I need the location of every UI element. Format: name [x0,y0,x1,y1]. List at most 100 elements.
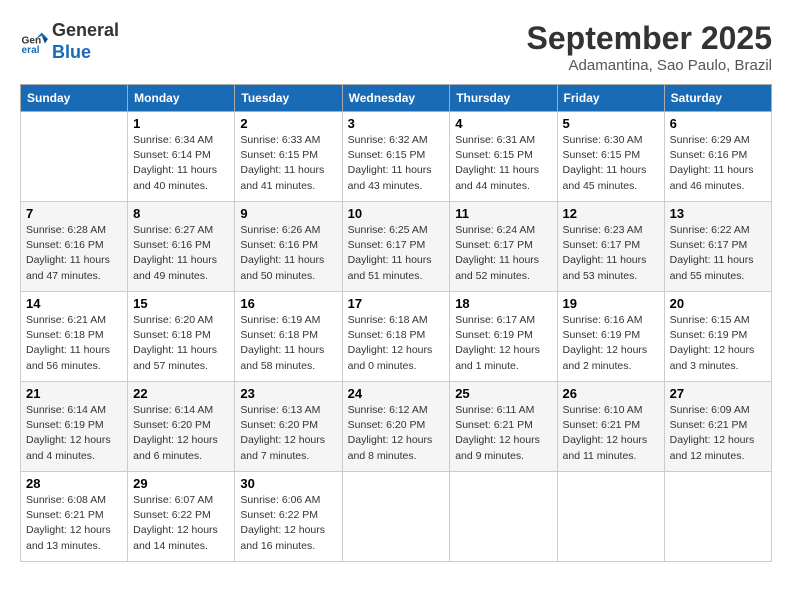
day-info: Sunrise: 6:16 AM Sunset: 6:19 PM Dayligh… [563,313,659,374]
calendar-cell: 15 Sunrise: 6:20 AM Sunset: 6:18 PM Dayli… [128,292,235,382]
day-number: 10 [348,206,445,221]
day-info: Sunrise: 6:15 AM Sunset: 6:19 PM Dayligh… [670,313,766,374]
day-number: 18 [455,296,551,311]
calendar-cell: 13 Sunrise: 6:22 AM Sunset: 6:17 PM Dayli… [664,202,771,292]
calendar-cell: 20 Sunrise: 6:15 AM Sunset: 6:19 PM Dayli… [664,292,771,382]
svg-text:eral: eral [22,44,40,55]
calendar-cell: 12 Sunrise: 6:23 AM Sunset: 6:17 PM Dayli… [557,202,664,292]
day-info: Sunrise: 6:31 AM Sunset: 6:15 PM Dayligh… [455,133,551,194]
calendar-cell: 17 Sunrise: 6:18 AM Sunset: 6:18 PM Dayli… [342,292,450,382]
calendar-cell: 10Sunrise: 6:25 AM Sunset: 6:17 PM Dayli… [342,202,450,292]
calendar-cell: 8Sunrise: 6:27 AM Sunset: 6:16 PM Daylig… [128,202,235,292]
calendar-cell: 18Sunrise: 6:17 AM Sunset: 6:19 PM Dayli… [450,292,557,382]
day-info: Sunrise: 6:22 AM Sunset: 6:17 PM Dayligh… [670,223,766,284]
location-subtitle: Adamantina, Sao Paulo, Brazil [527,57,772,74]
day-info: Sunrise: 6:32 AM Sunset: 6:15 PM Dayligh… [348,133,445,194]
day-info: Sunrise: 6:07 AM Sunset: 6:22 PM Dayligh… [133,493,229,554]
day-number: 3 [348,116,445,131]
day-number: 28 [26,476,122,491]
calendar-cell: 19 Sunrise: 6:16 AM Sunset: 6:19 PM Dayli… [557,292,664,382]
day-number: 23 [240,386,336,401]
calendar-cell: 21 Sunrise: 6:14 AM Sunset: 6:19 PM Dayli… [21,382,128,472]
calendar-header-row: SundayMondayTuesdayWednesdayThursdayFrid… [21,85,772,112]
title-block: September 2025 Adamantina, Sao Paulo, Br… [527,20,772,74]
day-info: Sunrise: 6:29 AM Sunset: 6:16 PM Dayligh… [670,133,766,194]
day-number: 6 [670,116,766,131]
day-number: 25 [455,386,551,401]
weekday-header: Friday [557,85,664,112]
calendar-cell: 5 Sunrise: 6:30 AM Sunset: 6:15 PM Daylig… [557,112,664,202]
day-info: Sunrise: 6:13 AM Sunset: 6:20 PM Dayligh… [240,403,336,464]
day-info: Sunrise: 6:30 AM Sunset: 6:15 PM Dayligh… [563,133,659,194]
day-info: Sunrise: 6:09 AM Sunset: 6:21 PM Dayligh… [670,403,766,464]
calendar-cell: 9 Sunrise: 6:26 AM Sunset: 6:16 PM Daylig… [235,202,342,292]
day-info: Sunrise: 6:14 AM Sunset: 6:19 PM Dayligh… [26,403,122,464]
day-number: 8 [133,206,229,221]
calendar-cell: 28Sunrise: 6:08 AM Sunset: 6:21 PM Dayli… [21,472,128,562]
day-number: 12 [563,206,659,221]
calendar-week-row: 21 Sunrise: 6:14 AM Sunset: 6:19 PM Dayli… [21,382,772,472]
calendar-cell: 27 Sunrise: 6:09 AM Sunset: 6:21 PM Dayli… [664,382,771,472]
day-number: 13 [670,206,766,221]
day-number: 2 [240,116,336,131]
day-number: 24 [348,386,445,401]
weekday-header: Tuesday [235,85,342,112]
day-info: Sunrise: 6:23 AM Sunset: 6:17 PM Dayligh… [563,223,659,284]
calendar-cell [342,472,450,562]
calendar-table: SundayMondayTuesdayWednesdayThursdayFrid… [20,84,772,562]
day-number: 14 [26,296,122,311]
day-number: 17 [348,296,445,311]
weekday-header: Saturday [664,85,771,112]
calendar-cell [557,472,664,562]
day-number: 19 [563,296,659,311]
day-info: Sunrise: 6:26 AM Sunset: 6:16 PM Dayligh… [240,223,336,284]
day-info: Sunrise: 6:19 AM Sunset: 6:18 PM Dayligh… [240,313,336,374]
day-number: 7 [26,206,122,221]
day-number: 20 [670,296,766,311]
calendar-cell: 14Sunrise: 6:21 AM Sunset: 6:18 PM Dayli… [21,292,128,382]
day-number: 16 [240,296,336,311]
day-info: Sunrise: 6:34 AM Sunset: 6:14 PM Dayligh… [133,133,229,194]
calendar-week-row: 7 Sunrise: 6:28 AM Sunset: 6:16 PM Daylig… [21,202,772,292]
calendar-cell [450,472,557,562]
day-number: 26 [563,386,659,401]
weekday-header: Thursday [450,85,557,112]
calendar-week-row: 28Sunrise: 6:08 AM Sunset: 6:21 PM Dayli… [21,472,772,562]
day-number: 9 [240,206,336,221]
calendar-cell: 26 Sunrise: 6:10 AM Sunset: 6:21 PM Dayli… [557,382,664,472]
weekday-header: Monday [128,85,235,112]
calendar-cell: 25Sunrise: 6:11 AM Sunset: 6:21 PM Dayli… [450,382,557,472]
calendar-cell: 24 Sunrise: 6:12 AM Sunset: 6:20 PM Dayli… [342,382,450,472]
calendar-cell [21,112,128,202]
day-number: 27 [670,386,766,401]
day-number: 1 [133,116,229,131]
calendar-cell: 2Sunrise: 6:33 AM Sunset: 6:15 PM Daylig… [235,112,342,202]
day-info: Sunrise: 6:20 AM Sunset: 6:18 PM Dayligh… [133,313,229,374]
calendar-cell: 1 Sunrise: 6:34 AM Sunset: 6:14 PM Daylig… [128,112,235,202]
calendar-week-row: 14Sunrise: 6:21 AM Sunset: 6:18 PM Dayli… [21,292,772,382]
day-number: 15 [133,296,229,311]
calendar-cell: 11Sunrise: 6:24 AM Sunset: 6:17 PM Dayli… [450,202,557,292]
day-info: Sunrise: 6:18 AM Sunset: 6:18 PM Dayligh… [348,313,445,374]
calendar-cell: 3 Sunrise: 6:32 AM Sunset: 6:15 PM Daylig… [342,112,450,202]
weekday-header: Wednesday [342,85,450,112]
day-info: Sunrise: 6:28 AM Sunset: 6:16 PM Dayligh… [26,223,122,284]
day-number: 5 [563,116,659,131]
month-title: September 2025 [527,20,772,57]
logo-text: General Blue [52,20,119,63]
calendar-cell: 7 Sunrise: 6:28 AM Sunset: 6:16 PM Daylig… [21,202,128,292]
logo: Gen eral General Blue [20,20,119,63]
day-info: Sunrise: 6:12 AM Sunset: 6:20 PM Dayligh… [348,403,445,464]
calendar-week-row: 1 Sunrise: 6:34 AM Sunset: 6:14 PM Daylig… [21,112,772,202]
day-number: 21 [26,386,122,401]
day-number: 29 [133,476,229,491]
calendar-cell: 22Sunrise: 6:14 AM Sunset: 6:20 PM Dayli… [128,382,235,472]
calendar-cell: 29 Sunrise: 6:07 AM Sunset: 6:22 PM Dayli… [128,472,235,562]
calendar-cell: 4Sunrise: 6:31 AM Sunset: 6:15 PM Daylig… [450,112,557,202]
calendar-cell [664,472,771,562]
weekday-header: Sunday [21,85,128,112]
day-number: 22 [133,386,229,401]
calendar-cell: 16 Sunrise: 6:19 AM Sunset: 6:18 PM Dayli… [235,292,342,382]
calendar-cell: 6 Sunrise: 6:29 AM Sunset: 6:16 PM Daylig… [664,112,771,202]
day-info: Sunrise: 6:10 AM Sunset: 6:21 PM Dayligh… [563,403,659,464]
